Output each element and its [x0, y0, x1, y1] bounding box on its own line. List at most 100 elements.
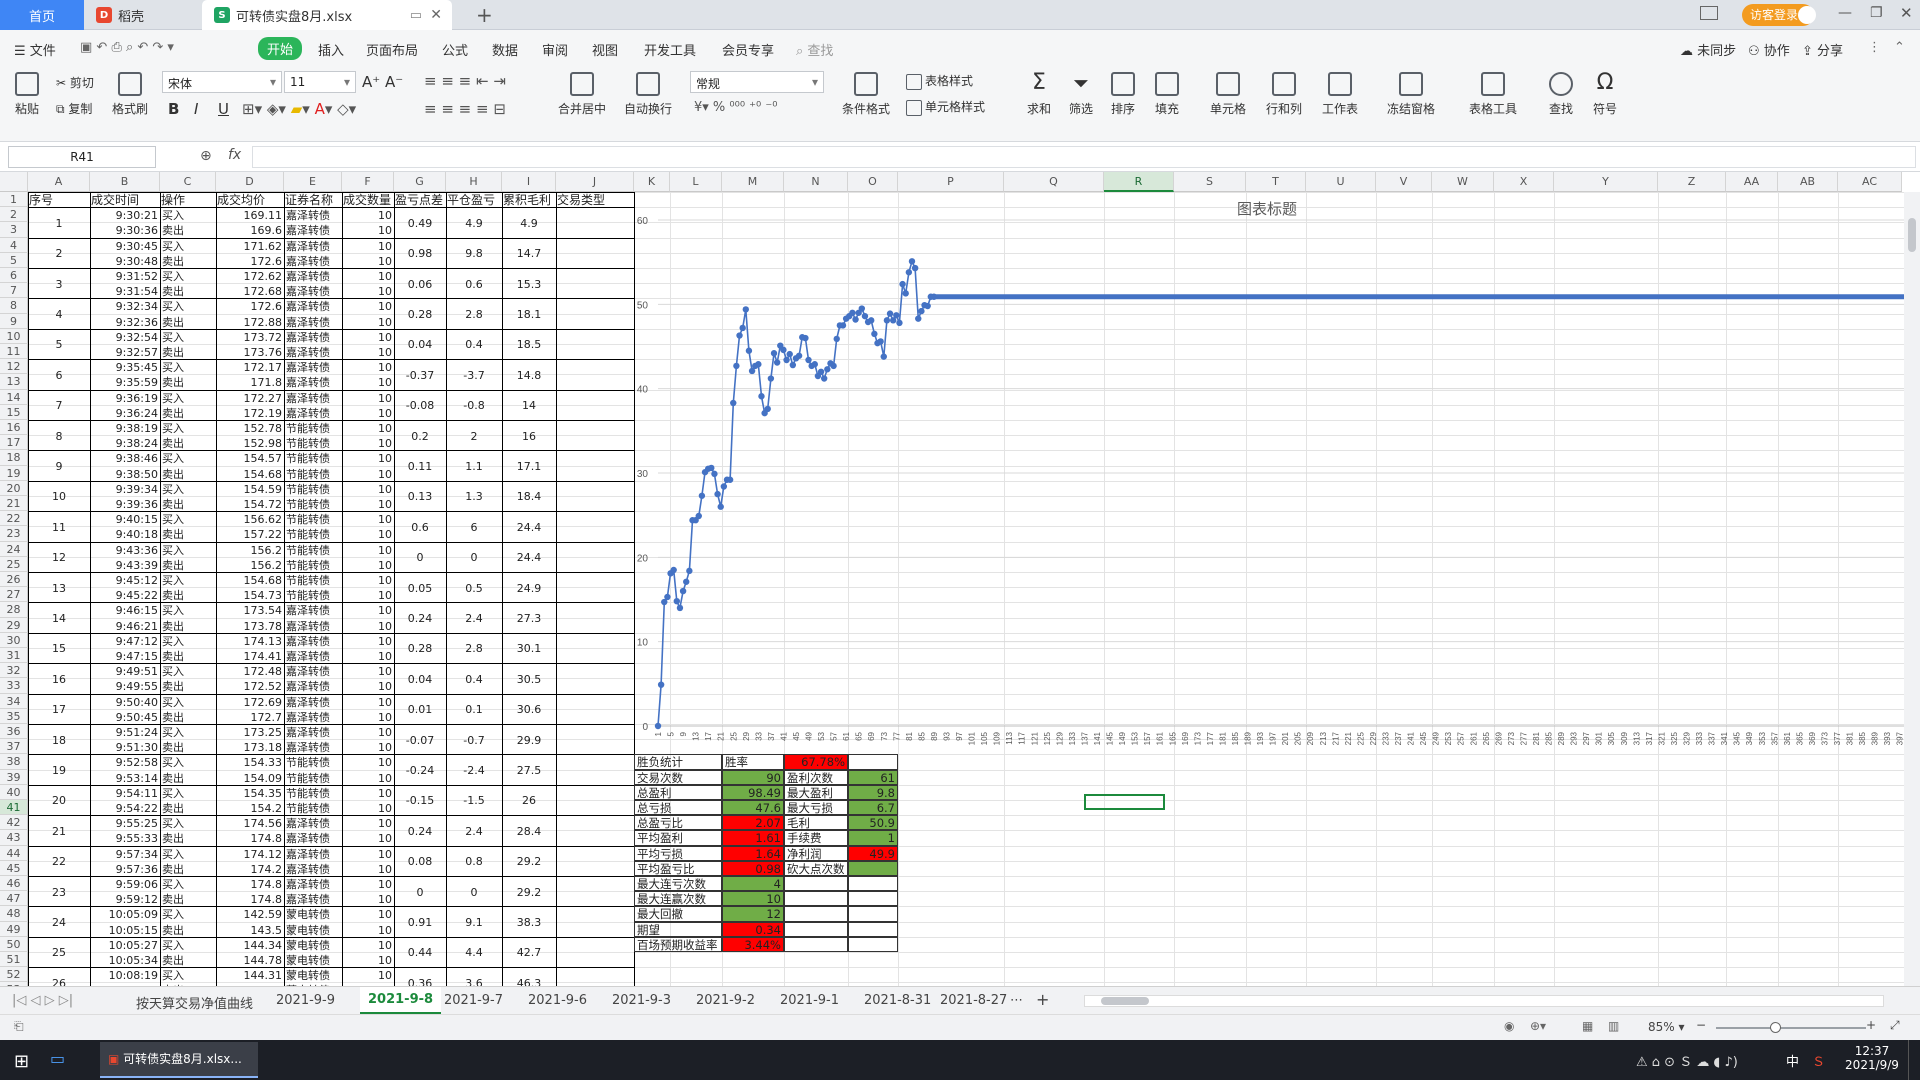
stats-value[interactable]: 1.64 — [722, 845, 784, 861]
pair-cell[interactable]: -0.15 — [395, 793, 445, 808]
trade-cell[interactable]: 154.57 — [218, 451, 283, 466]
trade-cell[interactable]: 10 — [344, 695, 392, 710]
trade-cell[interactable]: 10 — [344, 299, 392, 314]
row-header[interactable]: 45 — [0, 860, 28, 876]
trade-cell[interactable]: 蒙电转债 — [286, 907, 340, 922]
trade-cell[interactable]: 10 — [344, 451, 392, 466]
share-button[interactable]: ⇪ 分享 — [1802, 40, 1843, 59]
collab-button[interactable]: ⚇ 协作 — [1748, 40, 1790, 59]
trade-cell[interactable]: 10 — [344, 375, 392, 390]
trade-cell[interactable]: 嘉泽转债 — [286, 831, 340, 846]
trade-cell[interactable]: 买入 — [162, 421, 214, 436]
pair-cell[interactable]: 26 — [503, 793, 555, 808]
pair-cell[interactable]: 4 — [29, 307, 89, 322]
pair-cell[interactable]: 29.2 — [503, 854, 555, 869]
trade-cell[interactable]: 174.8 — [218, 877, 283, 892]
trade-cell[interactable]: 9:55:33 — [92, 831, 158, 846]
pair-cell[interactable]: 23 — [29, 885, 89, 900]
bold-button[interactable]: B — [168, 100, 179, 118]
trade-cell[interactable]: 174.2 — [218, 862, 283, 877]
row-header[interactable]: 24 — [0, 541, 28, 557]
trade-cell[interactable]: 154.59 — [218, 482, 283, 497]
trade-cell[interactable]: 169.11 — [218, 208, 283, 223]
column-header[interactable]: I — [502, 172, 556, 192]
trade-cell[interactable]: 10 — [344, 831, 392, 846]
pair-cell[interactable]: 6 — [447, 520, 501, 535]
stats-value[interactable]: 6.7 — [848, 800, 898, 816]
trade-cell[interactable]: 172.7 — [218, 710, 283, 725]
pair-cell[interactable]: 1.3 — [447, 489, 501, 504]
row-header[interactable]: 38 — [0, 754, 28, 770]
wrap-text-button[interactable]: 自动换行 — [620, 72, 676, 117]
sheet-tab[interactable]: 2021-9-2 — [696, 993, 755, 1008]
trade-cell[interactable]: 9:32:54 — [92, 330, 158, 345]
trade-cell[interactable]: 10 — [344, 254, 392, 269]
trade-cell[interactable]: 172.27 — [218, 391, 283, 406]
pair-cell[interactable]: 9 — [29, 459, 89, 474]
pair-cell[interactable]: 25 — [29, 945, 89, 960]
row-header[interactable]: 48 — [0, 906, 28, 922]
sheet-tab[interactable]: 2021-9-9 — [276, 993, 335, 1008]
row-header[interactable]: 47 — [0, 891, 28, 907]
trade-cell[interactable]: 9:39:36 — [92, 497, 158, 512]
spreadsheet-grid[interactable]: A B C D E F G H I J K L M N O P Q R S T U V W X Y Z AA AB AC 1234567… — [0, 172, 1920, 986]
pair-cell[interactable]: 0.4 — [447, 672, 501, 687]
trade-cell[interactable]: 172.62 — [218, 269, 283, 284]
trade-cell[interactable]: 169.6 — [218, 223, 283, 238]
restore-icon[interactable]: ❐ — [1870, 5, 1883, 21]
column-header[interactable]: G — [394, 172, 446, 192]
trade-cell[interactable]: 172.17 — [218, 360, 283, 375]
trade-cell[interactable]: 9:38:50 — [92, 467, 158, 482]
trade-cell[interactable]: 10:05:27 — [92, 938, 158, 953]
trade-cell[interactable]: 买入 — [162, 391, 214, 406]
windows-start-icon[interactable]: ⊞ — [14, 1051, 29, 1072]
header-cell[interactable]: 成交均价 — [217, 193, 283, 208]
pair-cell[interactable]: 0.04 — [395, 337, 445, 352]
row-header[interactable]: 26 — [0, 572, 28, 588]
menu-tab-insert[interactable]: 插入 — [318, 40, 344, 59]
header-cell[interactable]: 证券名称 — [285, 193, 341, 208]
sheet-tab[interactable]: 按天算交易净值曲线 — [136, 993, 253, 1012]
row-header[interactable]: 2 — [0, 207, 28, 223]
font-name-select[interactable]: 宋体 ▾ — [162, 71, 282, 93]
pair-cell[interactable]: 0.91 — [395, 915, 445, 930]
row-header[interactable]: 8 — [0, 298, 28, 314]
freeze-panes-button[interactable]: 冻结窗格 — [1382, 72, 1440, 117]
trade-cell[interactable]: 10 — [344, 603, 392, 618]
page-view-icon[interactable]: ▥ — [1608, 1019, 1619, 1033]
fx-icon[interactable]: fx — [228, 147, 241, 163]
stats-value[interactable]: 0.98 — [722, 860, 784, 876]
trade-cell[interactable]: 9:51:30 — [92, 740, 158, 755]
pair-cell[interactable]: 15 — [29, 641, 89, 656]
row-header[interactable]: 7 — [0, 283, 28, 299]
trade-cell[interactable]: 10 — [344, 619, 392, 634]
pair-cell[interactable]: 0.28 — [395, 307, 445, 322]
format-icons[interactable]: ⊞▾ ◈▾ ▰▾ A▾ ◇▾ — [242, 100, 356, 118]
trade-cell[interactable]: 10 — [344, 497, 392, 512]
pair-cell[interactable]: 1.1 — [447, 459, 501, 474]
trade-cell[interactable]: 9:46:21 — [92, 619, 158, 634]
trade-cell[interactable]: 172.48 — [218, 664, 283, 679]
row-header[interactable]: 15 — [0, 404, 28, 420]
row-header[interactable]: 40 — [0, 784, 28, 800]
filter-button[interactable]: ⏷ 筛选 — [1064, 72, 1098, 117]
italic-button[interactable]: I — [194, 100, 198, 118]
column-header[interactable]: A — [28, 172, 90, 192]
row-header[interactable]: 49 — [0, 921, 28, 937]
input-method-icon[interactable]: ⊕▾ — [1530, 1019, 1546, 1033]
stats-value[interactable]: 9.8 — [848, 784, 898, 800]
trade-cell[interactable]: 节能转债 — [286, 512, 340, 527]
header-cell[interactable]: 平仓盈亏 — [447, 193, 501, 208]
pair-cell[interactable]: 2.8 — [447, 641, 501, 656]
row-header[interactable]: 41 — [0, 800, 28, 816]
sheet-tab[interactable]: 2021-9-6 — [528, 993, 587, 1008]
trade-cell[interactable]: 9:43:39 — [92, 558, 158, 573]
pair-cell[interactable]: 8 — [29, 429, 89, 444]
trade-cell[interactable]: 买入 — [162, 299, 214, 314]
taskbar-app-button[interactable]: ▣ 可转债实盘8月.xlsx... — [100, 1042, 258, 1078]
sheet-tab[interactable]: 2021-8-31 — [864, 993, 931, 1008]
trade-cell[interactable]: 9:30:36 — [92, 223, 158, 238]
trade-cell[interactable]: 144.31 — [218, 968, 283, 983]
trade-cell[interactable]: 9:30:48 — [92, 254, 158, 269]
trade-cell[interactable]: 174.56 — [218, 816, 283, 831]
